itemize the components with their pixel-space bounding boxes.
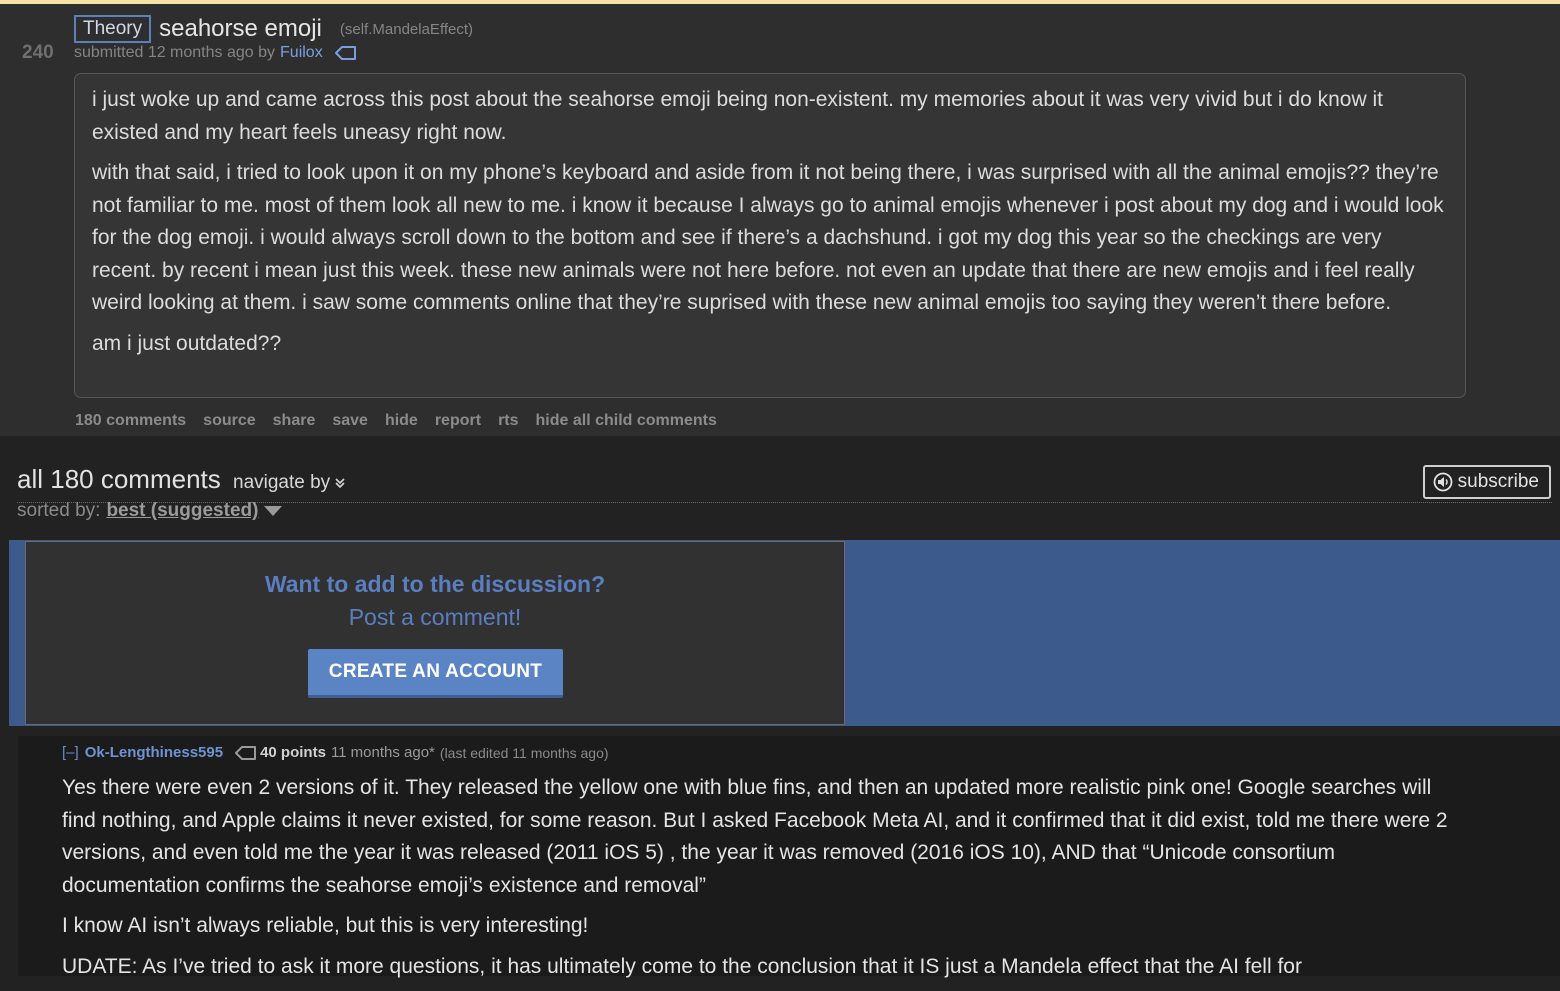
double-chevron-down-icon bbox=[335, 472, 346, 493]
save-link[interactable]: save bbox=[332, 412, 368, 430]
subscribe-button[interactable]: subscribe bbox=[1422, 465, 1551, 499]
post-title-row: Theory seahorse emoji (self.MandelaEffec… bbox=[74, 14, 473, 44]
post-buttons: 180 comments source share save hide repo… bbox=[75, 412, 734, 430]
rts-link[interactable]: rts bbox=[498, 412, 518, 430]
comment-paragraph: UDATE: As I’ve tried to ask it more ques… bbox=[62, 954, 1302, 978]
comment-tagline: [–] Ok-Lengthiness595 40 points 11 month… bbox=[62, 744, 609, 761]
post-author[interactable]: Fuilox bbox=[280, 44, 323, 62]
report-link[interactable]: report bbox=[435, 412, 481, 430]
comment: [–] Ok-Lengthiness595 40 points 11 month… bbox=[18, 736, 1560, 978]
navigate-label: navigate by bbox=[233, 472, 331, 493]
sort-selector: sorted by: best (suggested) bbox=[17, 500, 283, 522]
comments-header: all 180 comments navigate by subscribe bbox=[17, 464, 1552, 503]
hide-link[interactable]: hide bbox=[385, 412, 418, 430]
comment-body: Yes there were even 2 versions of it. Th… bbox=[62, 772, 1462, 991]
post-selftext: i just woke up and came across this post… bbox=[74, 73, 1466, 398]
comment-edited: (last edited 11 months ago) bbox=[439, 744, 609, 761]
comments-link[interactable]: 180 comments bbox=[75, 412, 186, 430]
post-title[interactable]: seahorse emoji bbox=[159, 15, 322, 43]
comment-points: 40 points bbox=[260, 744, 326, 761]
post-score: 240 bbox=[22, 42, 54, 63]
navigate-by-menu[interactable]: navigate by bbox=[233, 472, 346, 494]
selftext-paragraph: with that said, i tried to look upon it … bbox=[92, 161, 1444, 314]
share-link[interactable]: share bbox=[273, 412, 316, 430]
submitted-text: submitted 12 months ago by bbox=[74, 44, 276, 61]
selftext-paragraph: i just woke up and came across this post… bbox=[92, 88, 1383, 144]
caret-down-icon[interactable] bbox=[264, 500, 283, 522]
comment-author[interactable]: Ok-Lengthiness595 bbox=[85, 744, 223, 761]
post-domain[interactable]: (self.MandelaEffect) bbox=[340, 21, 473, 38]
tag-icon[interactable] bbox=[334, 46, 357, 60]
collapse-toggle[interactable]: [–] bbox=[62, 744, 79, 761]
hide-child-comments-link[interactable]: hide all child comments bbox=[536, 412, 717, 430]
post-flair[interactable]: Theory bbox=[74, 15, 152, 43]
sorted-by-label: sorted by: bbox=[17, 500, 101, 521]
banner-subtitle: Post a comment! bbox=[348, 604, 522, 630]
speaker-icon bbox=[1433, 472, 1453, 492]
selftext-paragraph: am i just outdated?? bbox=[92, 331, 282, 355]
all-comments-title: all 180 comments bbox=[17, 464, 221, 494]
post-container: 240 Theory seahorse emoji (self.MandelaE… bbox=[0, 4, 1560, 436]
create-account-banner: Want to add to the discussion? Post a co… bbox=[9, 540, 1560, 726]
create-account-button[interactable]: CREATE AN ACCOUNT bbox=[308, 649, 563, 698]
banner-title: Want to add to the discussion? bbox=[264, 571, 606, 597]
tag-icon[interactable] bbox=[235, 745, 257, 760]
comment-paragraph: Yes there were even 2 versions of it. Th… bbox=[62, 776, 1448, 897]
sort-value[interactable]: best (suggested) bbox=[106, 500, 258, 522]
source-link[interactable]: source bbox=[203, 412, 255, 430]
comment-paragraph: I know AI isn’t always reliable, but thi… bbox=[62, 914, 589, 937]
comment-time: 11 months ago* bbox=[330, 744, 435, 761]
subscribe-label: subscribe bbox=[1457, 471, 1539, 492]
create-account-box: Want to add to the discussion? Post a co… bbox=[25, 541, 845, 725]
post-tagline: submitted 12 months ago by Fuilox bbox=[74, 44, 357, 62]
